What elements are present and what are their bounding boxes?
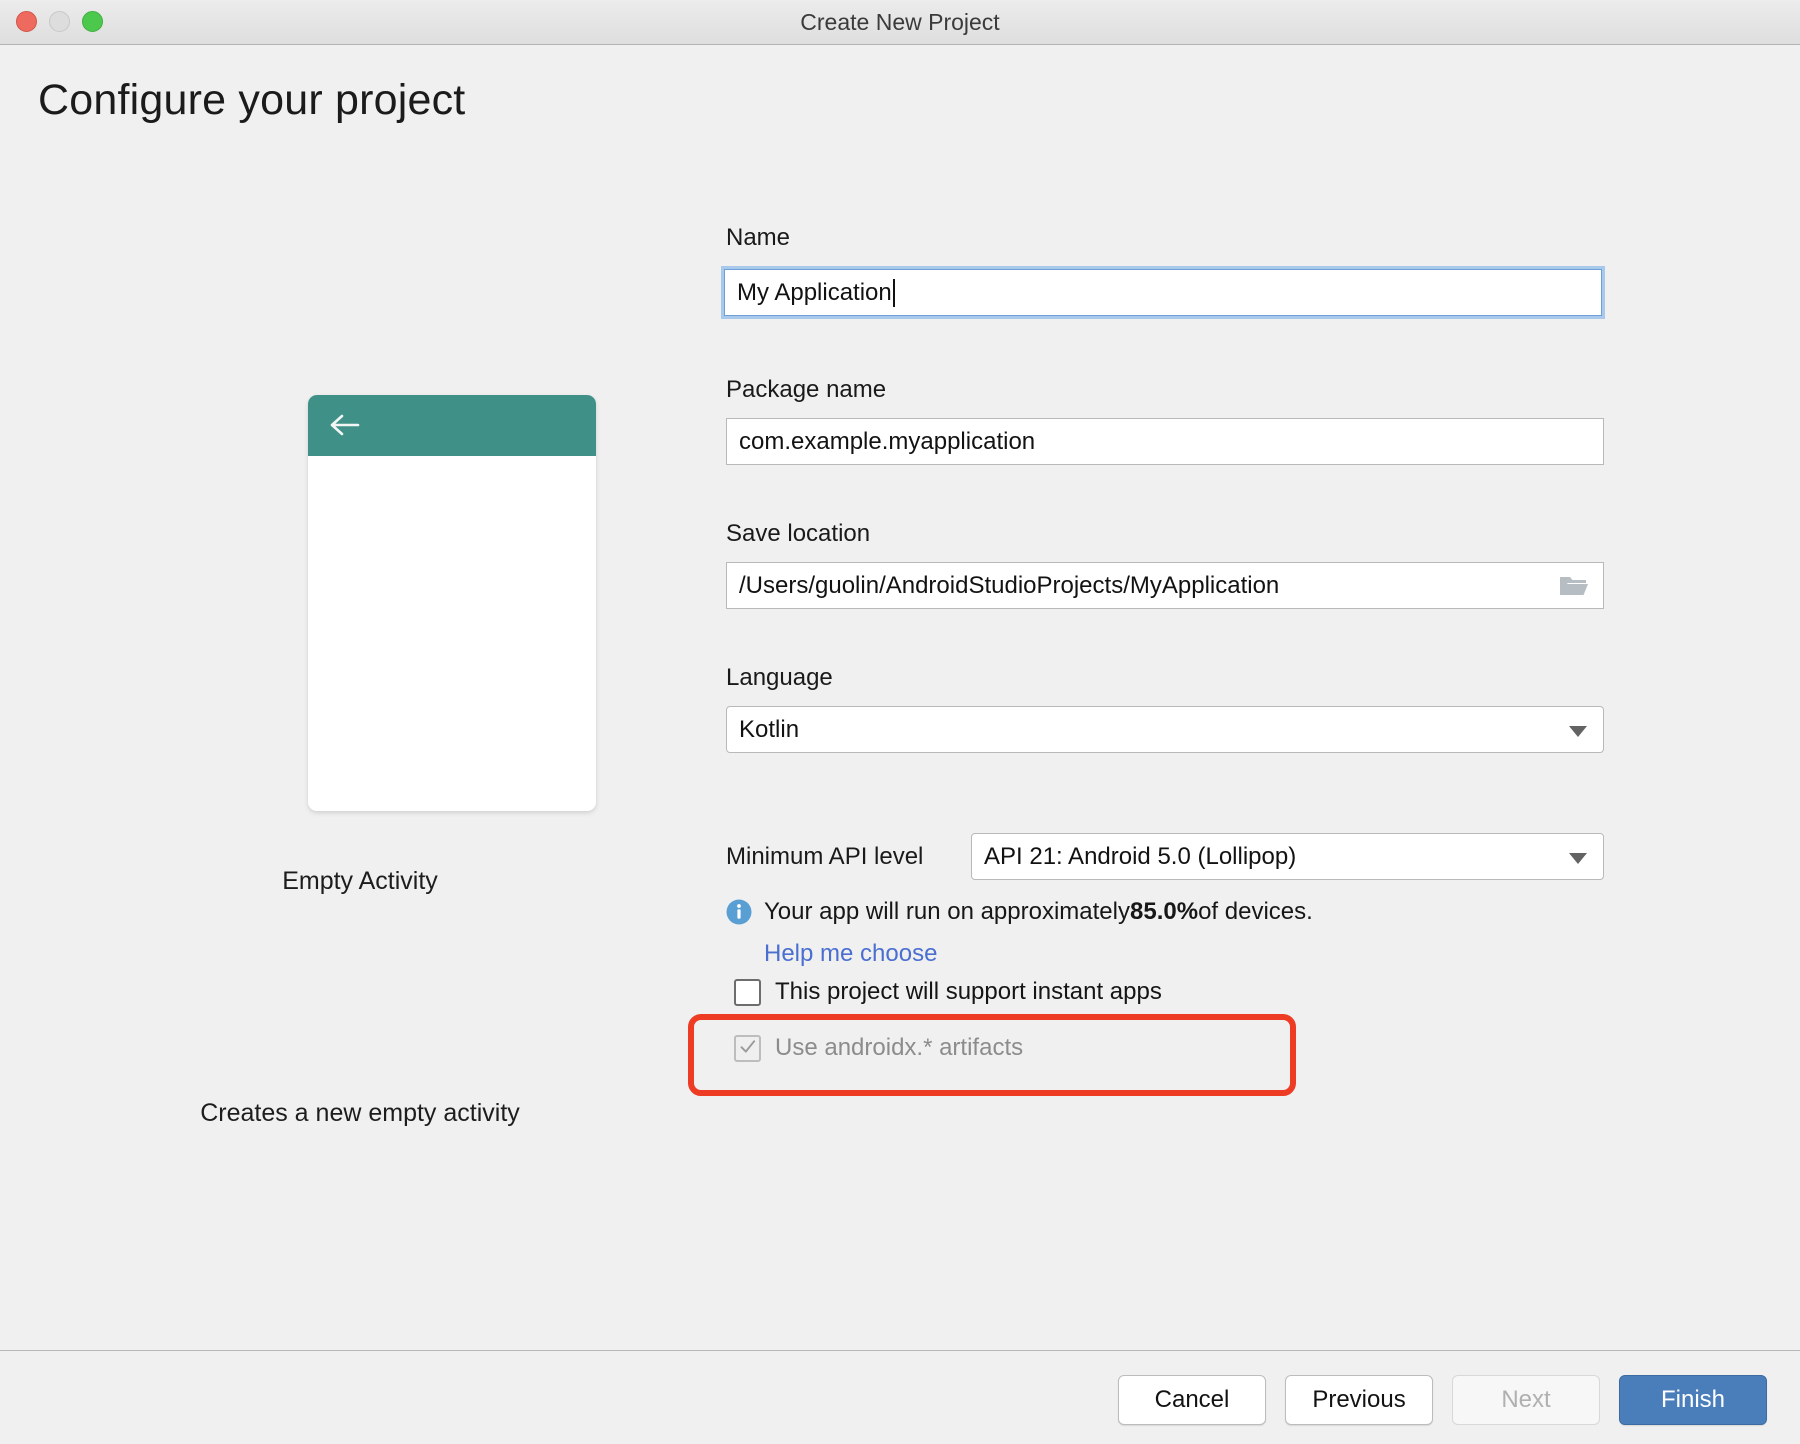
package-name-input[interactable]: com.example.myapplication — [726, 418, 1604, 465]
dialog-footer: Cancel Previous Next Finish — [0, 1351, 1800, 1444]
previous-button[interactable]: Previous — [1285, 1375, 1433, 1425]
page-title: Configure your project — [38, 76, 466, 124]
instant-apps-checkbox[interactable] — [734, 978, 761, 1006]
save-location-input[interactable]: /Users/guolin/AndroidStudioProjects/MyAp… — [726, 562, 1604, 609]
template-description: Creates a new empty activity — [200, 1099, 520, 1127]
footer-button-group: Cancel Previous Next Finish — [1118, 1375, 1767, 1425]
name-input[interactable]: My Application — [724, 269, 1602, 316]
name-input-value: My Application — [737, 278, 892, 306]
name-label: Name — [726, 224, 791, 251]
package-name-label: Package name — [726, 376, 887, 403]
template-name: Empty Activity — [282, 867, 438, 895]
save-location-input-value: /Users/guolin/AndroidStudioProjects/MyAp… — [739, 571, 1280, 599]
finish-button[interactable]: Finish — [1619, 1375, 1767, 1425]
instant-apps-label: This project will support instant apps — [775, 978, 1162, 1005]
folder-icon[interactable] — [1559, 574, 1589, 598]
checkmark-icon — [740, 1039, 756, 1053]
create-new-project-dialog: Create New Project Configure your projec… — [0, 0, 1800, 1444]
language-label: Language — [726, 664, 833, 691]
androidx-checkbox-row: Use androidx.* artifacts — [734, 1034, 1023, 1062]
window-titlebar: Create New Project — [0, 0, 1800, 45]
device-coverage-prefix: Your app will run on approximately — [764, 898, 1130, 925]
androidx-label: Use androidx.* artifacts — [775, 1034, 1024, 1061]
androidx-checkbox — [734, 1034, 761, 1062]
back-arrow-icon — [330, 414, 360, 436]
window-title: Create New Project — [800, 9, 1000, 35]
device-coverage-percent: 85.0% — [1130, 898, 1199, 925]
language-select[interactable]: Kotlin — [726, 706, 1604, 753]
package-name-input-value: com.example.myapplication — [739, 427, 1036, 455]
instant-apps-checkbox-row[interactable]: This project will support instant apps — [734, 978, 1162, 1006]
template-preview-card — [308, 395, 596, 811]
device-coverage-note: Your app will run on approximately 85.0%… — [726, 898, 1313, 926]
help-me-choose-link[interactable]: Help me choose — [764, 940, 937, 968]
min-api-select[interactable]: API 21: Android 5.0 (Lollipop) — [971, 833, 1604, 880]
chevron-down-icon — [1569, 726, 1587, 737]
min-api-label: Minimum API level — [726, 843, 924, 870]
device-coverage-suffix: of devices. — [1198, 898, 1313, 925]
info-icon — [726, 899, 752, 925]
save-location-label: Save location — [726, 520, 871, 547]
language-select-value: Kotlin — [739, 715, 800, 743]
min-api-select-value: API 21: Android 5.0 (Lollipop) — [984, 842, 1297, 870]
preview-appbar — [308, 395, 596, 456]
text-caret — [892, 278, 895, 307]
cancel-button[interactable]: Cancel — [1118, 1375, 1266, 1425]
chevron-down-icon — [1569, 853, 1587, 864]
next-button: Next — [1452, 1375, 1600, 1425]
